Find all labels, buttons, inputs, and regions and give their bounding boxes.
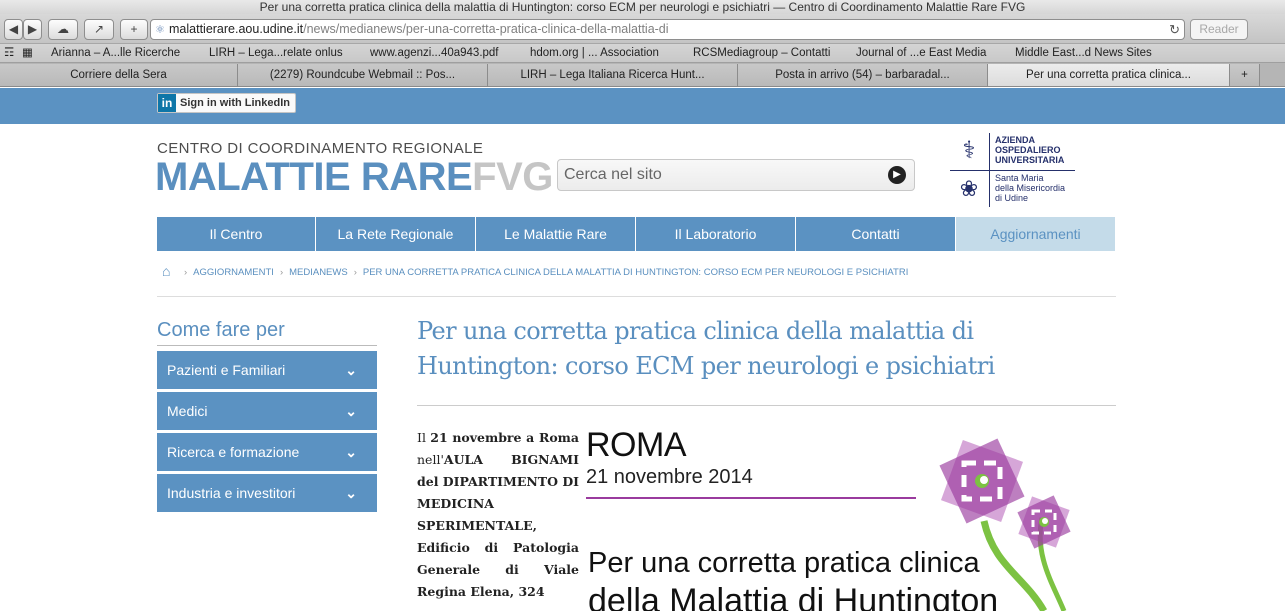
url-path: /news/medianews/per-una-corretta-pratica… xyxy=(303,22,669,36)
nav-aggiornamenti[interactable]: Aggiornamenti xyxy=(956,217,1115,251)
chevron-down-icon: ⌄ xyxy=(345,403,357,419)
share-button[interactable]: ↗ xyxy=(84,19,114,40)
bookmark-item[interactable]: Arianna – A...lle Ricerche xyxy=(51,44,180,62)
flower-graphic-icon xyxy=(939,438,1071,611)
browser-tab[interactable]: Corriere della Sera xyxy=(0,64,238,86)
hospital-line: AZIENDA xyxy=(995,135,1035,145)
nav-il-laboratorio[interactable]: Il Laboratorio xyxy=(636,217,796,251)
nav-contatti[interactable]: Contatti xyxy=(796,217,956,251)
reader-button[interactable]: Reader xyxy=(1190,19,1248,40)
bookmark-item[interactable]: hdom.org | ... Association xyxy=(530,44,659,62)
icloud-tabs-button[interactable]: ☁ xyxy=(48,19,78,40)
search-box: ▶ xyxy=(557,159,915,191)
sidebar-item-label: Ricerca e formazione xyxy=(167,444,300,460)
sidebar-item-label: Pazienti e Familiari xyxy=(167,362,286,378)
breadcrumb: ⌂ › AGGIORNAMENTI › MEDIANEWS › PER UNA CORRET… xyxy=(162,262,908,282)
bookmark-item[interactable]: Journal of ...e East Media xyxy=(856,44,986,62)
site-icon: ⚛ xyxy=(155,24,165,36)
share-icon: ↗ xyxy=(93,22,105,36)
linkedin-sign-in-button[interactable]: in Sign in with LinkedIn xyxy=(157,93,296,113)
browser-tab[interactable]: (2279) Roundcube Webmail :: Pos... xyxy=(238,64,488,86)
event-poster: ROMA 21 novembre 2014 Per una corretta p… xyxy=(584,420,1124,611)
add-bookmark-button[interactable]: + xyxy=(120,19,148,40)
home-icon[interactable]: ⌂ xyxy=(162,262,178,279)
divider xyxy=(157,345,377,346)
cloud-icon: ☁ xyxy=(57,22,69,36)
sidebar-title: Come fare per xyxy=(157,319,285,341)
linkedin-label: Sign in with LinkedIn xyxy=(180,97,290,109)
plus-icon: + xyxy=(130,22,138,36)
nav-la-rete-regionale[interactable]: La Rete Regionale xyxy=(316,217,476,251)
poster-rule xyxy=(586,497,916,499)
divider xyxy=(417,405,1116,406)
sidebar-item-label: Medici xyxy=(167,403,208,419)
body-text: nell' xyxy=(417,452,444,467)
article-title: Per una corretta pratica clinica della m… xyxy=(417,317,995,380)
logo-main-text: MALATTIE RARE xyxy=(155,155,473,199)
window-title: Per una corretta pratica clinica della m… xyxy=(0,0,1285,14)
breadcrumb-separator: › xyxy=(279,267,284,278)
bookmark-item[interactable]: www.agenzi...40a943.pdf xyxy=(370,44,499,62)
browser-tab-active[interactable]: Per una corretta pratica clinica... xyxy=(988,64,1230,86)
bookmark-item[interactable]: RCSMediagroup – Contatti xyxy=(693,44,830,62)
breadcrumb-item[interactable]: AGGIORNAMENTI xyxy=(193,267,274,278)
browser-tab[interactable]: Posta in arrivo (54) – barbaradal... xyxy=(738,64,988,86)
new-tab-button[interactable]: + xyxy=(1230,64,1260,86)
hospital-line: OSPEDALIERO xyxy=(995,145,1061,155)
linkedin-icon: in xyxy=(158,94,176,112)
search-input[interactable] xyxy=(558,160,858,190)
browser-tab[interactable]: LIRH – Lega Italiana Ricerca Hunt... xyxy=(488,64,738,86)
chevron-down-icon: ⌄ xyxy=(345,444,357,460)
breadcrumb-separator: › xyxy=(353,267,357,278)
hospital-line: di Udine xyxy=(995,193,1029,203)
back-button[interactable]: ◀ xyxy=(4,19,23,40)
forward-button[interactable]: ▶ xyxy=(23,19,42,40)
reload-icon[interactable]: ↻ xyxy=(1169,20,1180,39)
hospital-emblem-icon: ⚕ xyxy=(962,137,976,164)
poster-city: ROMA xyxy=(586,426,687,464)
chevron-down-icon: ⌄ xyxy=(345,362,357,378)
body-bold: Edificio di Patologia Generale di Viale … xyxy=(417,540,579,599)
article-body: Il 21 novembre a Roma nell'AULA BIGNAMI … xyxy=(417,427,579,603)
bookmark-item[interactable]: LIRH – Lega...relate onlus xyxy=(209,44,343,62)
bookmarks-icon[interactable]: ☶ xyxy=(4,44,14,62)
hospital-line: della Misericordia xyxy=(995,183,1066,193)
breadcrumb-current[interactable]: PER UNA CORRETTA PRATICA CLINICA DELLA M… xyxy=(363,267,908,278)
poster-date: 21 novembre 2014 xyxy=(586,466,753,488)
bookmarks-bar: ☶ ▦ Arianna – A...lle Ricerche LIRH – Le… xyxy=(0,44,1285,63)
sidebar-item-ricerca[interactable]: Ricerca e formazione ⌄ xyxy=(157,433,377,471)
search-go-icon[interactable]: ▶ xyxy=(888,166,906,184)
sidebar-item-medici[interactable]: Medici ⌄ xyxy=(157,392,377,430)
top-bar: in Sign in with LinkedIn xyxy=(0,88,1285,124)
sidebar-item-label: Industria e investitori xyxy=(167,485,296,501)
hospital-name: AZIENDA OSPEDALIERO UNIVERSITARIA xyxy=(995,135,1064,165)
tab-bar: Corriere della Sera (2279) Roundcube Web… xyxy=(0,63,1285,87)
address-bar[interactable]: ⚛ malattierare.aou.udine.it/news/medianew… xyxy=(150,19,1185,40)
breadcrumb-item[interactable]: MEDIANEWS xyxy=(289,267,348,278)
site-logo[interactable]: MALATTIE RAREFVG xyxy=(155,155,553,200)
logo-divider xyxy=(950,170,1075,171)
logo-suffix: FVG xyxy=(472,155,553,199)
breadcrumb-separator: › xyxy=(184,267,188,278)
chevron-down-icon: ⌄ xyxy=(345,485,357,501)
main-nav: Il Centro La Rete Regionale Le Malattie … xyxy=(157,217,1115,251)
body-text: Il xyxy=(417,430,431,445)
hospital-line: UNIVERSITARIA xyxy=(995,155,1065,165)
divider xyxy=(157,296,1116,297)
hospital-location: Santa Maria della Misericordia di Udine xyxy=(995,173,1065,203)
hospital-logo[interactable]: ⚕ ❀ AZIENDA OSPEDALIERO UNIVERSITARIA Sa… xyxy=(950,131,1120,209)
poster-title-line: Per una corretta pratica clinica xyxy=(588,547,980,579)
eagle-crest-icon: ❀ xyxy=(959,176,979,201)
nav-il-centro[interactable]: Il Centro xyxy=(157,217,316,251)
sidebar-item-pazienti[interactable]: Pazienti e Familiari ⌄ xyxy=(157,351,377,389)
top-sites-icon[interactable]: ▦ xyxy=(22,44,33,62)
browser-toolbar: ◀ ▶ ☁ ↗ + ⚛ malattierare.aou.udine.it/new… xyxy=(0,14,1285,44)
bookmark-item[interactable]: Middle East...d News Sites xyxy=(1015,44,1152,62)
sidebar-item-industria[interactable]: Industria e investitori ⌄ xyxy=(157,474,377,512)
url-host: malattierare.aou.udine.it xyxy=(169,22,304,36)
hospital-line: Santa Maria xyxy=(995,173,1044,183)
nav-le-malattie-rare[interactable]: Le Malattie Rare xyxy=(476,217,636,251)
body-bold: 21 novembre a Roma xyxy=(430,430,579,445)
